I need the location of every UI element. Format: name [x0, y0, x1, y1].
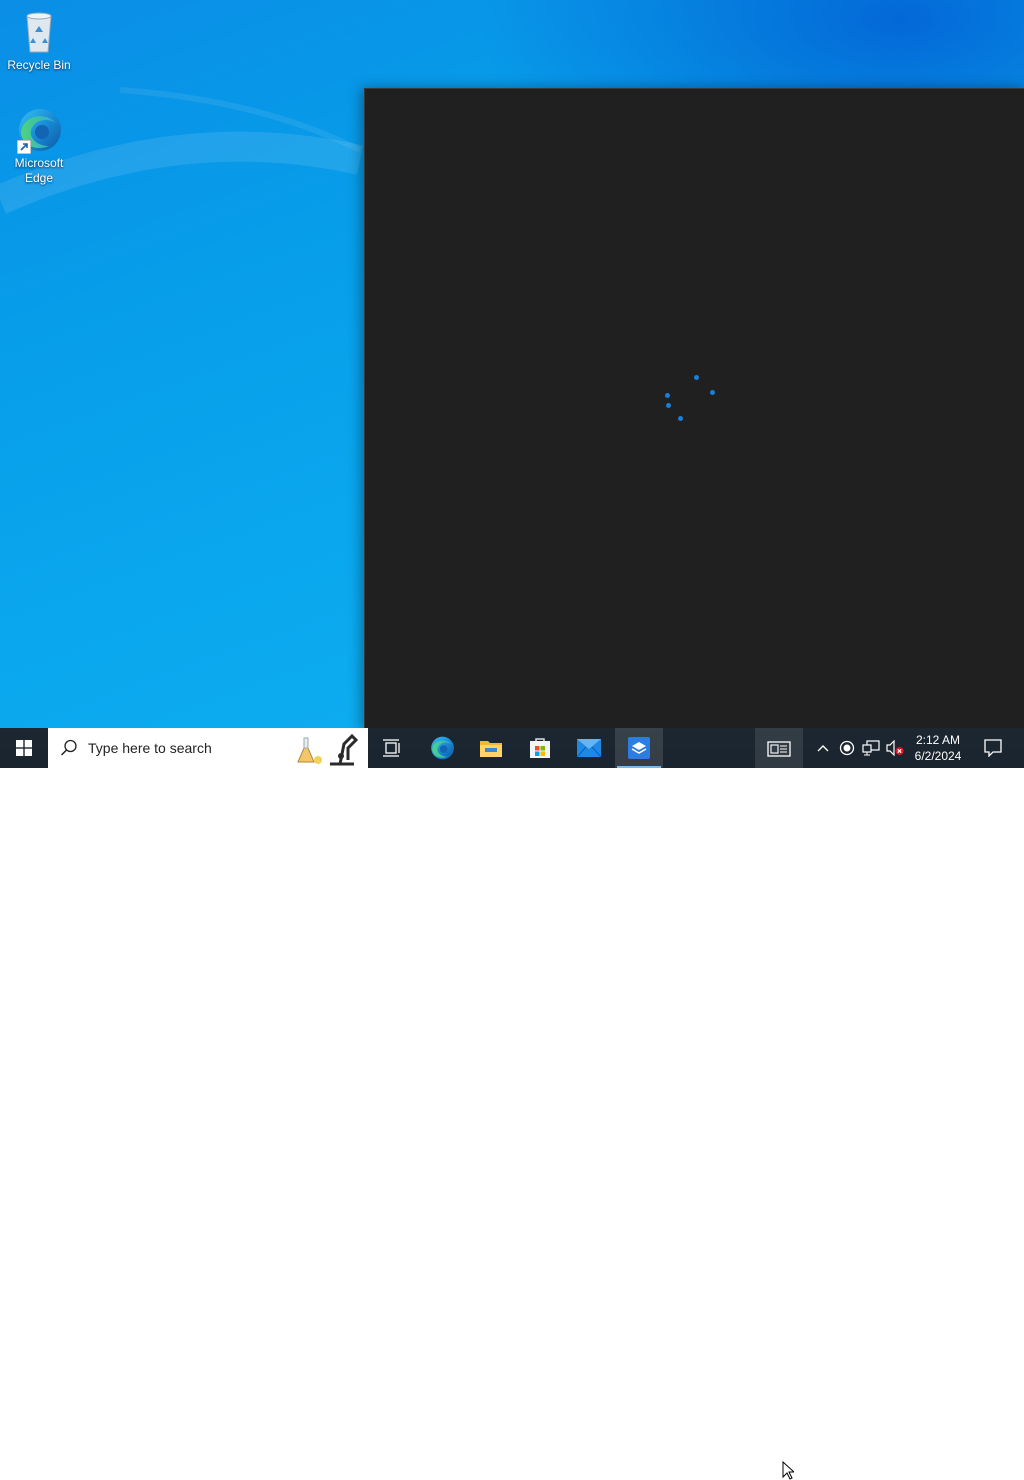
- task-view-button[interactable]: [368, 728, 416, 768]
- search-placeholder: Type here to search: [88, 740, 212, 756]
- spinner-dot: [666, 403, 671, 408]
- edge-icon: [431, 736, 454, 760]
- chevron-up-icon: [817, 745, 829, 752]
- clock-date: 6/2/2024: [914, 749, 962, 763]
- taskbar-search-box[interactable]: Type here to search: [48, 728, 368, 768]
- tray-volume-button[interactable]: [884, 728, 906, 768]
- loading-spinner: [661, 375, 721, 435]
- spinner-dot: [710, 390, 715, 395]
- clock-time: 2:12 AM: [915, 733, 961, 747]
- sandbox-app-icon: [628, 737, 650, 759]
- tray-network-button[interactable]: [860, 728, 882, 768]
- news-widget-button[interactable]: [755, 728, 803, 768]
- show-hidden-icons-button[interactable]: [812, 728, 834, 768]
- volume-muted-icon: [886, 740, 904, 756]
- recycle-bin-icon: [15, 8, 63, 56]
- tray-record-button[interactable]: [836, 728, 858, 768]
- spinner-dot: [665, 393, 670, 398]
- windows-logo-icon: [16, 740, 32, 756]
- desktop-icon-label: Microsoft: [14, 156, 64, 170]
- taskbar-clock[interactable]: 2:12 AM 6/2/2024: [906, 728, 970, 768]
- taskbar-app-active[interactable]: [615, 728, 663, 768]
- desktop: Recycle Bin Microsoft Edge: [0, 0, 1024, 728]
- taskbar-app-edge[interactable]: [418, 728, 466, 768]
- taskbar-app-file-explorer[interactable]: [467, 728, 515, 768]
- mouse-cursor-icon: [782, 1461, 794, 1480]
- notification-icon: [984, 739, 1002, 757]
- taskbar-app-store[interactable]: [516, 728, 564, 768]
- mail-icon: [576, 739, 602, 758]
- taskbar: Type here to search 2:12 AM 6/2/2024: [0, 728, 1024, 1480]
- shortcut-arrow-icon: [17, 140, 31, 154]
- spinner-dot: [694, 375, 699, 380]
- folder-icon: [480, 741, 502, 757]
- desktop-icon-edge[interactable]: Microsoft Edge: [3, 106, 75, 186]
- taskbar-app-mail[interactable]: [565, 728, 613, 768]
- network-icon: [862, 740, 880, 756]
- desktop-icon-label: Recycle Bin: [7, 58, 71, 72]
- desktop-icon-recycle-bin[interactable]: Recycle Bin: [3, 8, 75, 73]
- news-widget-icon: [767, 741, 791, 757]
- start-button[interactable]: [0, 728, 48, 768]
- spinner-dot: [678, 416, 683, 421]
- search-highlight-illustration-icon: [297, 733, 359, 766]
- app-window[interactable]: [364, 88, 1024, 728]
- task-view-icon: [383, 739, 400, 757]
- action-center-button[interactable]: [978, 728, 1008, 768]
- desktop-icon-label-line2: Edge: [24, 171, 54, 185]
- edge-icon: [15, 106, 63, 154]
- store-icon: [530, 738, 550, 758]
- search-icon: [60, 739, 77, 756]
- record-icon: [839, 740, 855, 756]
